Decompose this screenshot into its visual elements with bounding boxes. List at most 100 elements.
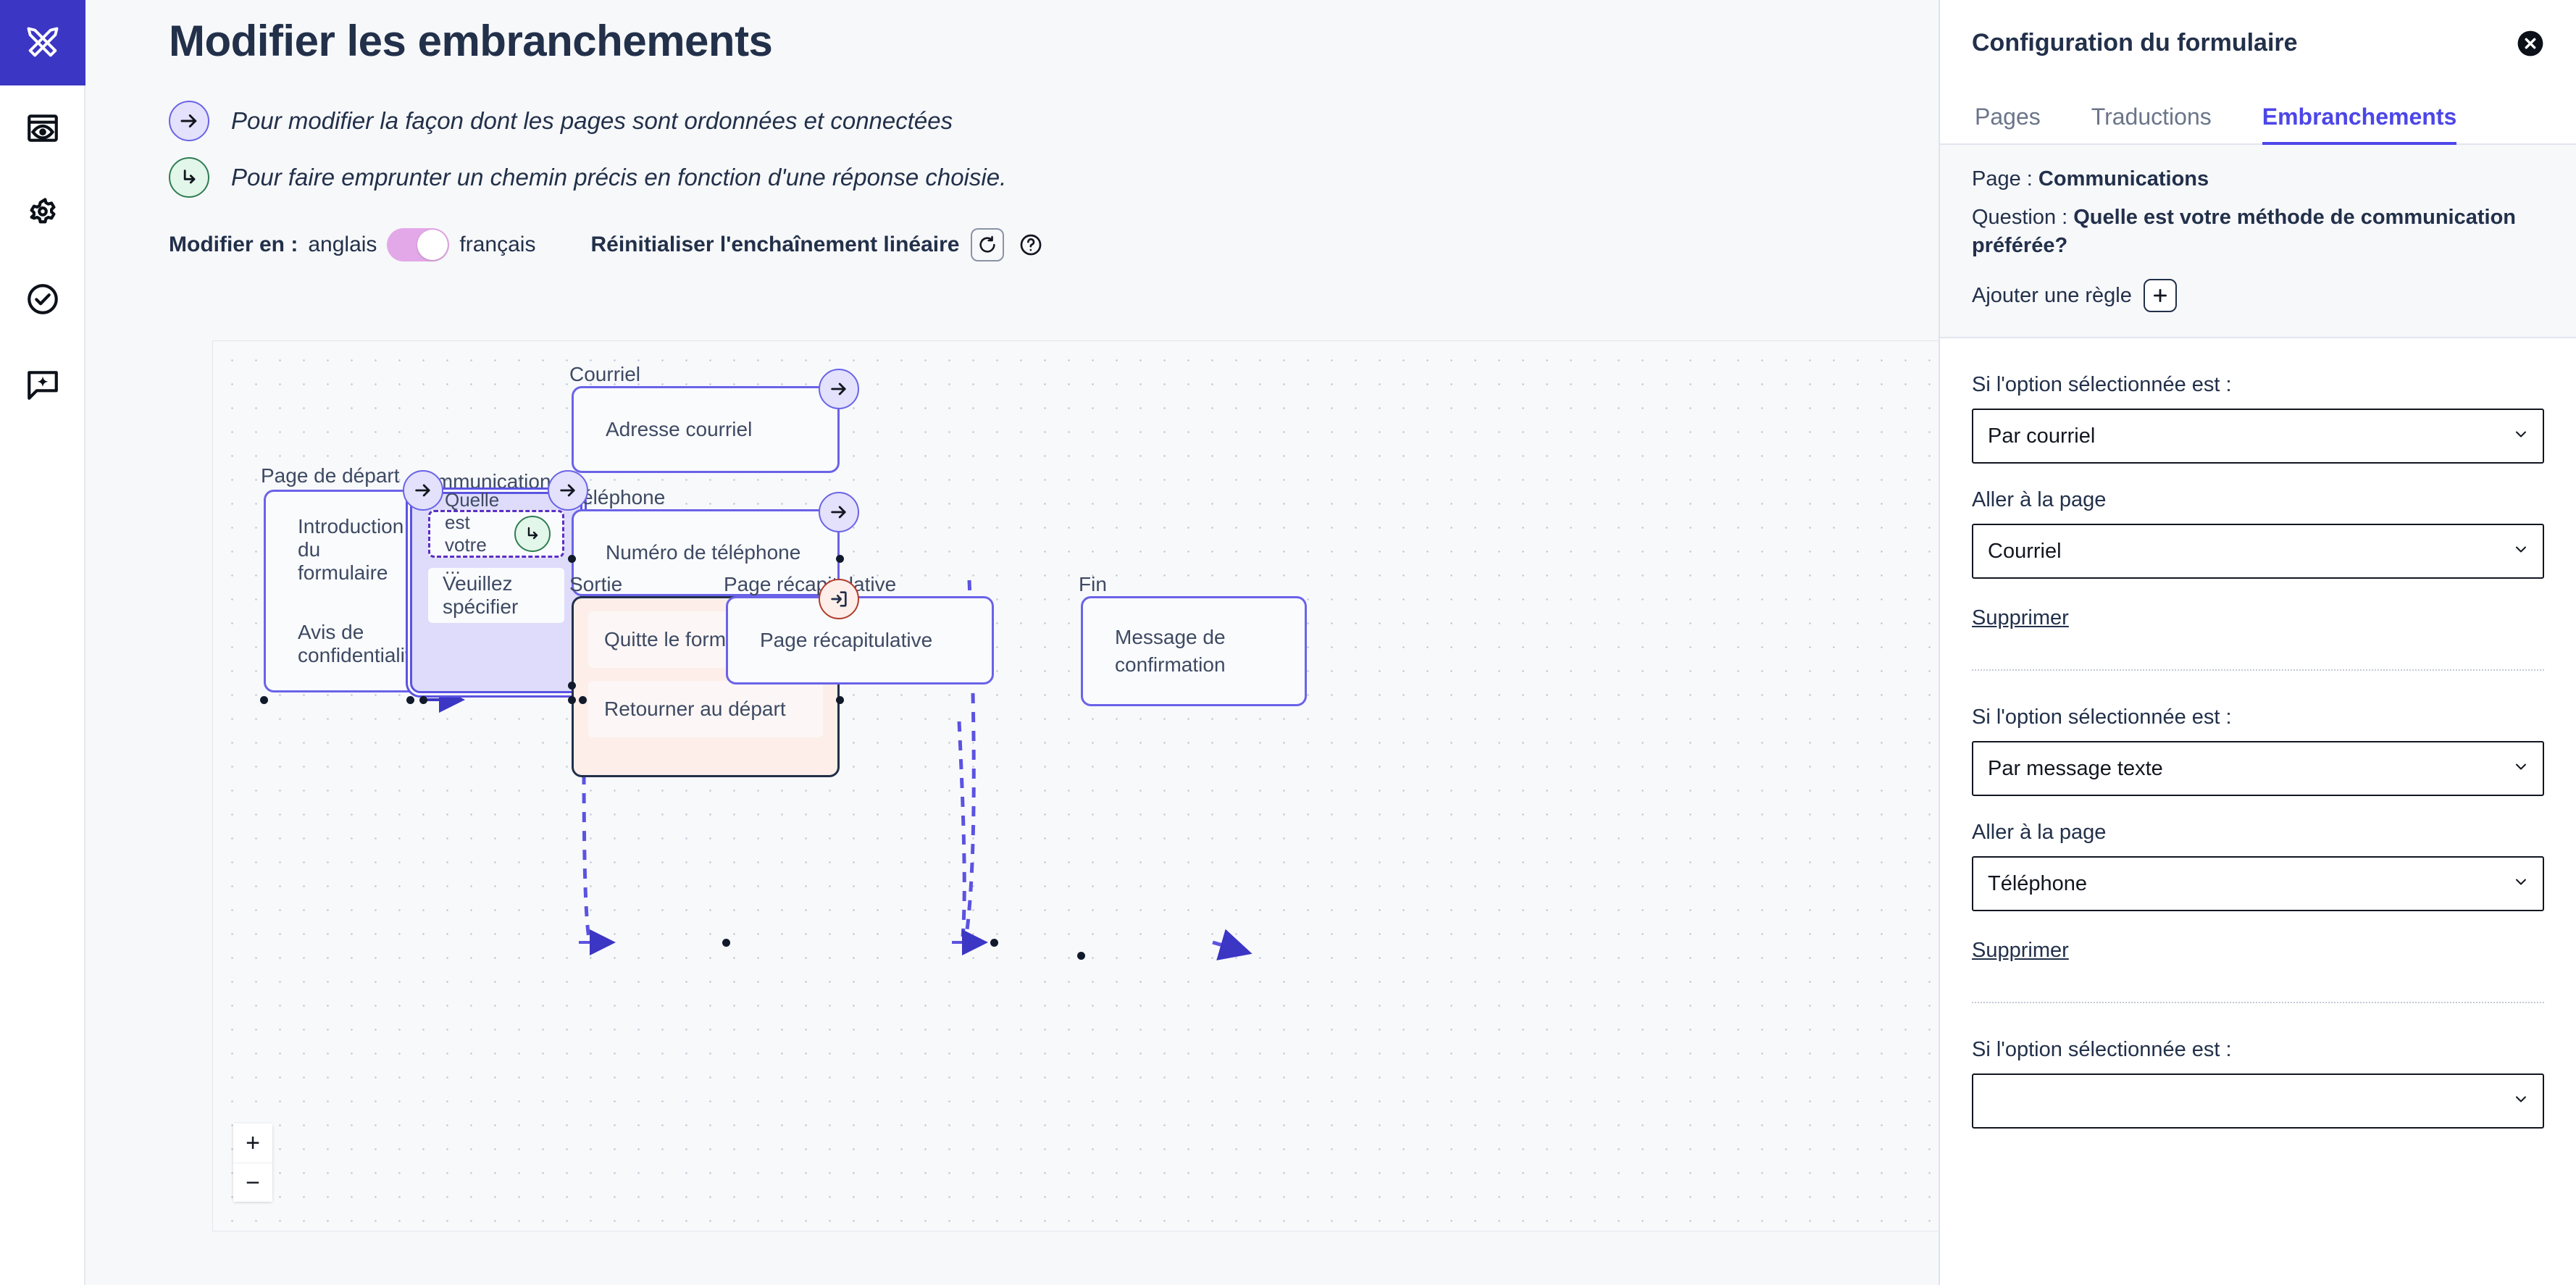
port-start-right[interactable]: [419, 696, 427, 704]
context-page: Page : Communications: [1972, 165, 2544, 193]
branch-arrow-icon[interactable]: [514, 516, 551, 552]
panel-tabs: Pages Traductions Embranchements: [1940, 104, 2576, 146]
port-start-left[interactable]: [260, 696, 268, 704]
node-label-courriel: Courriel: [569, 363, 641, 385]
rule-item: Si l'option sélectionnée est : Par messa…: [1972, 671, 2544, 1004]
panel-context: Page : Communications Question : Quelle …: [1940, 145, 2576, 339]
node-row: Introduction du formulaire: [298, 515, 404, 584]
port-telephone-right[interactable]: [836, 696, 844, 704]
controls-row: Modifier en : anglais français Réinitial…: [169, 228, 1939, 261]
icon-rail: [0, 0, 85, 1285]
rule-target-label: Aller à la page: [1972, 488, 2107, 512]
branch-arrow-icon: [169, 157, 209, 198]
legend: Pour modifier la façon dont les pages so…: [169, 101, 1939, 198]
rule-delete-link[interactable]: Supprimer: [1972, 606, 2069, 630]
toggle-knob: [417, 230, 448, 260]
arrow-right-icon: [169, 101, 209, 141]
language-toggle[interactable]: [387, 228, 450, 261]
node-label-start: Page de départ: [261, 464, 400, 487]
rail-item-validation[interactable]: [0, 256, 85, 342]
node-recapitulative[interactable]: Page récapitulative: [726, 596, 994, 685]
add-rule-label: Ajouter une règle: [1972, 283, 2132, 307]
reorder-badge-communications[interactable]: [548, 470, 588, 511]
node-label-fin: Fin: [1079, 573, 1107, 595]
question-chip-label: Quelle est votre ...: [445, 489, 500, 578]
language-option-french[interactable]: français: [459, 233, 535, 257]
node-row: Veuillez spécifier: [428, 568, 564, 623]
reorder-badge-telephone[interactable]: [819, 492, 859, 532]
reset-flow-label: Réinitialiser l'enchaînement linéaire: [590, 233, 960, 256]
rule-item: Si l'option sélectionnée est :: [1972, 1003, 2544, 1129]
port-telephone-left[interactable]: [568, 696, 576, 704]
flow-canvas[interactable]: Page de départ Introduction du formulair…: [212, 340, 1976, 1231]
node-row: Retourner au départ: [588, 681, 823, 737]
rule-condition-select-wrap: Par courriel: [1972, 409, 2544, 464]
node-fin[interactable]: Message de confirmation: [1081, 596, 1307, 706]
panel-title: Configuration du formulaire: [1972, 29, 2298, 56]
rail-item-design[interactable]: [0, 0, 85, 85]
node-communications[interactable]: Quelle est votre ... Veuillez spécifier: [410, 489, 582, 693]
node-start[interactable]: Introduction du formulaire Avis de confi…: [264, 490, 423, 692]
add-rule-group: Ajouter une règle: [1972, 279, 2544, 313]
reorder-badge-start[interactable]: [403, 470, 443, 511]
exit-badge-sortie[interactable]: [819, 579, 859, 619]
port-fin-left[interactable]: [1077, 952, 1085, 960]
port-recapitulative-right[interactable]: [990, 939, 998, 947]
context-page-prefix: Page :: [1972, 167, 2038, 191]
rule-condition-label: Si l'option sélectionnée est :: [1972, 706, 2232, 729]
rail-item-settings[interactable]: [0, 171, 85, 256]
port-courriel-right[interactable]: [836, 555, 844, 563]
language-option-english[interactable]: anglais: [308, 233, 377, 257]
port-communications-left[interactable]: [406, 696, 414, 704]
rule-condition-select[interactable]: Par courriel: [1972, 409, 2544, 464]
zoom-in-button[interactable]: +: [233, 1123, 272, 1163]
node-row: Numéro de téléphone: [606, 541, 801, 564]
rule-condition-select[interactable]: [1972, 1073, 2544, 1129]
rule-target-select[interactable]: Courriel: [1972, 524, 2544, 579]
design-tools-icon: [24, 24, 62, 62]
port-sortie-left[interactable]: [568, 682, 576, 690]
reset-arrow-icon[interactable]: [971, 228, 1005, 261]
node-courriel[interactable]: Adresse courriel: [572, 386, 840, 473]
tab-traductions[interactable]: Traductions: [2091, 104, 2212, 146]
main-content: Modifier les embranchements Pour modifie…: [85, 0, 1976, 1285]
legend-text-reorder: Pour modifier la façon dont les pages so…: [231, 107, 953, 134]
form-config-panel: Configuration du formulaire Pages Traduc…: [1939, 0, 2576, 1285]
rule-delete-link[interactable]: Supprimer: [1972, 939, 2069, 963]
port-recapitulative-left[interactable]: [722, 939, 730, 947]
context-question-prefix: Question :: [1972, 206, 2074, 230]
feedback-sparkle-icon: [25, 367, 61, 403]
close-icon[interactable]: [2517, 30, 2544, 57]
rule-target-select[interactable]: Téléphone: [1972, 856, 2544, 912]
rule-condition-select[interactable]: Par message texte: [1972, 741, 2544, 797]
zoom-out-button[interactable]: −: [233, 1163, 272, 1202]
rail-item-feedback[interactable]: [0, 342, 85, 427]
reorder-badge-courriel[interactable]: [819, 369, 859, 409]
node-row: Message de confirmation: [1115, 626, 1226, 676]
port-communications-right[interactable]: [579, 696, 587, 704]
rule-condition-select-wrap: Par message texte: [1972, 741, 2544, 797]
plus-icon[interactable]: [2143, 279, 2177, 313]
legend-row-reorder: Pour modifier la façon dont les pages so…: [169, 101, 1939, 141]
context-question: Question : Quelle est votre méthode de c…: [1972, 204, 2544, 260]
gear-icon: [25, 196, 61, 232]
node-row: Page récapitulative: [760, 629, 933, 651]
node-row: Avis de confidentialité: [298, 621, 422, 666]
question-circle-icon[interactable]: [1014, 228, 1047, 261]
rule-target-label: Aller à la page: [1972, 821, 2107, 845]
tab-embranchements[interactable]: Embranchements: [2262, 104, 2457, 146]
rule-target-select-wrap: Courriel: [1972, 524, 2544, 579]
rail-item-preview[interactable]: [0, 85, 85, 171]
rules-list: Si l'option sélectionnée est : Par courr…: [1940, 338, 2576, 1285]
rule-item: Si l'option sélectionnée est : Par courr…: [1972, 338, 2544, 671]
rule-condition-select-wrap: [1972, 1073, 2544, 1129]
reset-flow-group: Réinitialiser l'enchaînement linéaire: [590, 228, 1047, 261]
question-branch-chip[interactable]: Quelle est votre ...: [428, 489, 564, 578]
port-courriel-left[interactable]: [568, 555, 576, 563]
edit-language-label: Modifier en :: [169, 233, 298, 256]
tab-pages[interactable]: Pages: [1975, 104, 2041, 146]
zoom-controls: + −: [233, 1123, 272, 1202]
rule-condition-label: Si l'option sélectionnée est :: [1972, 373, 2232, 397]
check-circle-icon: [25, 281, 61, 317]
node-label-sortie: Sortie: [569, 573, 623, 595]
